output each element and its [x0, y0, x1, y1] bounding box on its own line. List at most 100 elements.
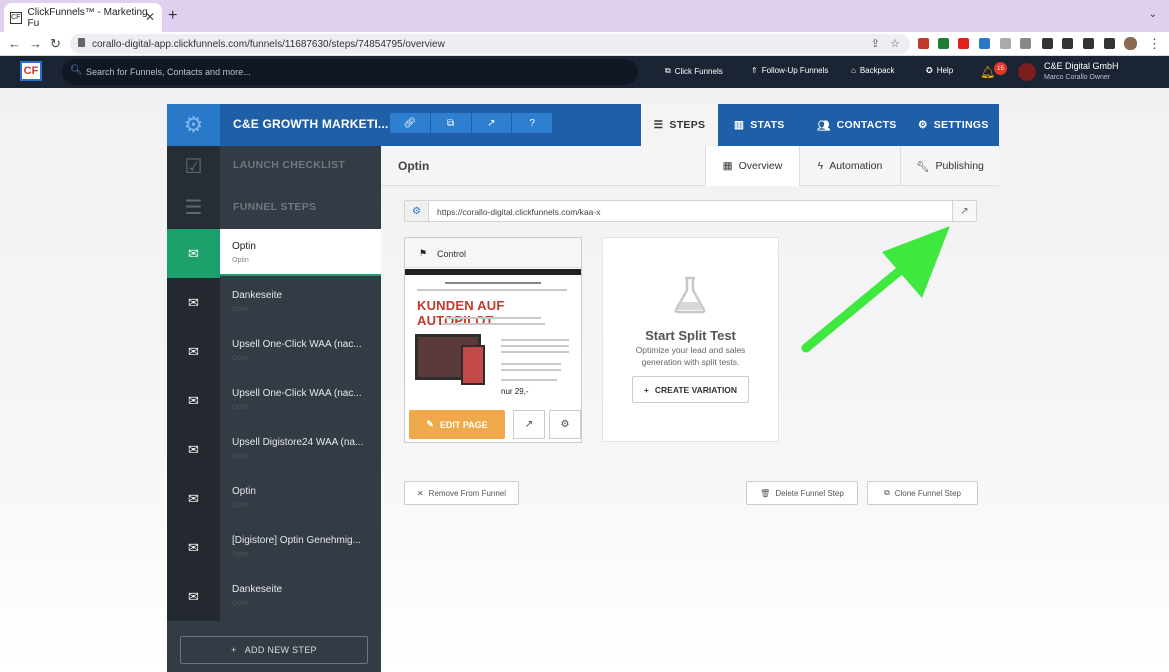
nav-link-help[interactable]: ✪ Help [926, 66, 953, 75]
funnel-step-item[interactable]: ✉ Upsell One-Click WAA (nac... Optin [167, 376, 381, 425]
notification-badge: 15 [994, 62, 1007, 75]
download-extension-icon[interactable] [938, 38, 949, 49]
step-type: Optin [232, 600, 249, 607]
nav-link-click-funnels[interactable]: ⧉ Click Funnels [665, 66, 723, 76]
browser-tab[interactable]: CF ClickFunnels™ - Marketing Fu ✕ [4, 3, 162, 32]
checklist-icon[interactable]: ☑ [167, 146, 220, 186]
thumbnail-line [441, 323, 545, 325]
new-tab-button[interactable]: + [168, 7, 177, 25]
share-icon[interactable]: ⇪ [871, 37, 880, 50]
funnel-step-item[interactable]: ✉ Upsell One-Click WAA (nac... Optin [167, 327, 381, 376]
tab-label: STATS [750, 119, 785, 131]
nav-link-label: Backpack [859, 66, 895, 75]
extension-icon[interactable] [1020, 38, 1031, 49]
tab-steps[interactable]: ☰ STEPS [641, 104, 718, 146]
tab-settings[interactable]: ⚙ SETTINGS [918, 104, 989, 146]
nav-link-follow-up-funnels[interactable]: ⇑ Follow-Up Funnels [751, 66, 828, 75]
envelope-icon: ✉ [167, 572, 220, 621]
funnel-step-item[interactable]: ✉ [Digistore] Optin Genehmig... Optin [167, 523, 381, 572]
step-name: Optin [232, 486, 256, 497]
account-name[interactable]: C&E Digital GmbH [1044, 61, 1119, 71]
gear-icon[interactable]: ⚙ [405, 201, 429, 221]
plus-icon: + [643, 384, 649, 395]
browser-menu-icon[interactable]: ⋮ [1148, 36, 1161, 52]
page-thumbnail[interactable]: KUNDEN AUF AUTOPILOT nur 29,- [405, 269, 581, 409]
thumbnail-line [501, 379, 557, 381]
step-name: Upsell One-Click WAA (nac... [232, 388, 362, 399]
clone-funnel-step-button[interactable]: ⧉ Clone Funnel Step [867, 481, 978, 505]
edit-icon: ✎ [426, 419, 434, 429]
copy-icon[interactable]: ⧉ [431, 113, 472, 133]
page-settings-button[interactable]: ⚙ [549, 410, 581, 439]
external-link-icon[interactable]: ↗ [472, 113, 513, 133]
external-link-icon: ↗ [524, 419, 534, 430]
forward-icon[interactable]: → [29, 36, 42, 51]
extension-icon[interactable] [1000, 38, 1011, 49]
funnel-step-item[interactable]: ✉ Optin Optin [167, 229, 381, 278]
preview-external-button[interactable]: ↗ [513, 410, 545, 439]
funnel-step-item[interactable]: ✉ Upsell Digistore24 WAA (na... Optin [167, 425, 381, 474]
close-tab-icon[interactable]: ✕ [145, 10, 155, 24]
list-icon: ☰ [653, 119, 664, 131]
step-type: Optin [232, 551, 249, 558]
step-name: [Digistore] Optin Genehmig... [232, 535, 361, 546]
reload-icon[interactable]: ↻ [50, 36, 61, 52]
add-new-step-button[interactable]: + ADD NEW STEP [180, 636, 368, 664]
address-bar[interactable]: corallo-digital-app.clickfunnels.com/fun… [70, 34, 910, 54]
step-type: Optin [232, 404, 249, 411]
nav-link-backpack[interactable]: ⌂ Backpack [851, 66, 895, 75]
edit-page-button[interactable]: ✎ EDIT PAGE [409, 410, 505, 439]
clickfunnels-logo[interactable]: CF [20, 61, 42, 81]
tab-overview[interactable]: ▦ Overview [705, 146, 799, 186]
reading-list-icon[interactable] [1083, 38, 1094, 49]
funnel-step-item[interactable]: ✉ Optin Optin [167, 474, 381, 523]
funnel-step-item[interactable]: ✉ Dankeseite Optin [167, 278, 381, 327]
step-name: Dankeseite [232, 290, 283, 301]
account-avatar[interactable] [1018, 63, 1036, 81]
delete-funnel-step-button[interactable]: 🗑︎ Delete Funnel Step [746, 481, 858, 505]
nav-link-label: Click Funnels [674, 66, 723, 76]
control-label: Control [437, 249, 467, 259]
remove-from-funnel-button[interactable]: ✕ Remove From Funnel [404, 481, 519, 505]
back-icon[interactable]: ← [8, 36, 21, 51]
tab-stats[interactable]: ▥ STATS [734, 104, 785, 146]
eyedropper-extension-icon[interactable] [1042, 38, 1053, 49]
global-search-input[interactable]: 🔍︎ Search for Funnels, Contacts and more… [62, 59, 638, 85]
help-icon[interactable]: ? [512, 113, 552, 133]
side-panel-icon[interactable] [1104, 38, 1115, 49]
flask-icon [674, 276, 706, 314]
puzzle-extensions-icon[interactable] [1062, 38, 1073, 49]
button-label: Remove From Funnel [428, 488, 507, 498]
tab-publishing[interactable]: 🔧︎ Publishing [900, 146, 999, 186]
copy-icon: ⧉ [884, 488, 890, 497]
browser-toolbar: ← → ↻ corallo-digital-app.clickfunnels.c… [0, 32, 1169, 56]
funnel-icon-toolbar: 🔗︎ ⧉ ↗ ? [390, 113, 552, 133]
bar-chart-icon: ▥ [734, 119, 745, 131]
tab-automation[interactable]: ϟ Automation [799, 146, 900, 186]
envelope-icon: ✉ [167, 327, 220, 376]
backpack-icon: ⌂ [851, 66, 856, 75]
bell-icon[interactable]: 🔔︎ [980, 65, 995, 79]
lock-icon [78, 38, 85, 47]
bookmark-star-icon[interactable]: ☆ [890, 37, 900, 50]
tab-search-icon[interactable]: ⌄ [1149, 9, 1157, 20]
search-placeholder: Search for Funnels, Contacts and more... [86, 67, 251, 77]
button-label: EDIT PAGE [439, 419, 488, 430]
link-icon[interactable]: 🔗︎ [390, 113, 431, 133]
tab-label: Overview [738, 159, 783, 172]
create-variation-button[interactable]: + CREATE VARIATION [632, 376, 749, 403]
button-label: Clone Funnel Step [894, 488, 961, 498]
thumbnail-topbar [405, 269, 581, 275]
funnel-step-item[interactable]: ✉ Dankeseite Optin [167, 572, 381, 621]
account-user: Marco Corallo Owner [1044, 74, 1111, 81]
youtube-extension-icon[interactable] [958, 38, 969, 49]
button-label: ADD NEW STEP [244, 645, 317, 655]
funnel-gear-icon[interactable]: ⚙ [167, 104, 220, 146]
profile-avatar[interactable] [1124, 37, 1137, 50]
tab-contacts[interactable]: 👥︎ CONTACTS [817, 104, 897, 146]
extension-icon[interactable] [979, 38, 990, 49]
card-header [405, 238, 581, 268]
thumbnail-line [501, 369, 561, 371]
extension-icon[interactable] [918, 38, 929, 49]
launch-checklist-link[interactable]: LAUNCH CHECKLIST [233, 159, 345, 171]
